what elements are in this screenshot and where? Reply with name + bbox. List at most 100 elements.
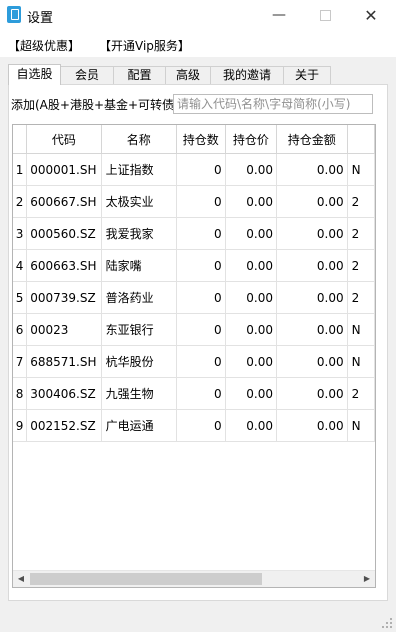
table-row[interactable]: 9 002152.SZ 广电运通 0 0.00 0.00 N [13,409,375,442]
extra-cell[interactable]: N [347,409,375,442]
holding-qty[interactable]: 0 [176,281,226,314]
extra-cell[interactable]: 2 [347,377,375,410]
scrollbar-thumb[interactable] [30,573,262,585]
horizontal-scrollbar[interactable]: ◀ ▶ [13,570,375,587]
stock-code[interactable]: 002152.SZ [26,409,102,442]
table-row[interactable]: 2 600667.SH 太极实业 0 0.00 0.00 2 [13,185,375,218]
tab-member[interactable]: 会员 [60,66,114,84]
holding-amount[interactable]: 0.00 [276,313,348,346]
holding-price[interactable]: 0.00 [225,313,277,346]
stock-code[interactable]: 000560.SZ [26,217,102,250]
column-header-code[interactable]: 代码 [26,125,102,154]
row-index: 3 [13,217,28,250]
stock-name[interactable]: 我爱我家 [101,217,177,250]
scroll-right-arrow-icon[interactable]: ▶ [359,571,375,587]
holding-qty[interactable]: 0 [176,249,226,282]
extra-cell[interactable]: 2 [347,217,375,250]
menu-super-discount[interactable]: 【超级优惠】 [8,37,80,54]
extra-cell[interactable]: 2 [347,249,375,282]
stock-name[interactable]: 陆家嘴 [101,249,177,282]
column-header-amount[interactable]: 持仓金额 [276,125,348,154]
holding-amount[interactable]: 0.00 [276,377,348,410]
holding-price[interactable]: 0.00 [225,281,277,314]
stock-code[interactable]: 600667.SH [26,185,102,218]
app-icon [7,6,21,23]
holding-price[interactable]: 0.00 [225,217,277,250]
tab-watchlist[interactable]: 自选股 [8,64,61,85]
holding-price[interactable]: 0.00 [225,409,277,442]
column-header-index[interactable] [13,125,28,154]
holding-price[interactable]: 0.00 [225,249,277,282]
tab-about[interactable]: 关于 [283,66,331,84]
column-header-name[interactable]: 名称 [101,125,177,154]
row-index: 1 [13,153,28,186]
holding-price[interactable]: 0.00 [225,345,277,378]
table-row[interactable]: 1 000001.SH 上证指数 0 0.00 0.00 N [13,153,375,186]
resize-grip-icon[interactable] [382,618,392,628]
holding-qty[interactable]: 0 [176,409,226,442]
extra-cell[interactable]: 2 [347,185,375,218]
stock-code[interactable]: 600663.SH [26,249,102,282]
stock-name[interactable]: 九强生物 [101,377,177,410]
add-label: 添加(A股+港股+基金+可转债) [11,98,179,112]
holding-amount[interactable]: 0.00 [276,185,348,218]
stock-name[interactable]: 上证指数 [101,153,177,186]
holding-qty[interactable]: 0 [176,377,226,410]
table-row[interactable]: 4 600663.SH 陆家嘴 0 0.00 0.00 2 [13,249,375,282]
stock-name[interactable]: 杭华股份 [101,345,177,378]
stock-name[interactable]: 普洛药业 [101,281,177,314]
maximize-icon [319,9,331,21]
maximize-button[interactable] [302,0,348,31]
stock-grid[interactable]: 代码 名称 持仓数 持仓价 持仓金额 1 000001.SH 上证指数 0 0.… [12,124,376,588]
stock-search-input[interactable] [173,94,373,114]
row-index: 4 [13,249,28,282]
title-bar: 设置 — ✕ [0,0,396,31]
table-row[interactable]: 8 300406.SZ 九强生物 0 0.00 0.00 2 [13,377,375,410]
holding-amount[interactable]: 0.00 [276,249,348,282]
extra-cell[interactable]: 2 [347,281,375,314]
close-button[interactable]: ✕ [348,0,394,31]
menu-open-vip[interactable]: 【开通Vip服务】 [99,37,190,54]
holding-amount[interactable]: 0.00 [276,281,348,314]
holding-qty[interactable]: 0 [176,217,226,250]
holding-price[interactable]: 0.00 [225,377,277,410]
holding-qty[interactable]: 0 [176,313,226,346]
stock-code[interactable]: 00023 [26,313,102,346]
stock-name[interactable]: 太极实业 [101,185,177,218]
stock-name[interactable]: 广电运通 [101,409,177,442]
minimize-button[interactable]: — [256,0,302,31]
column-header-extra[interactable] [347,125,375,154]
holding-price[interactable]: 0.00 [225,185,277,218]
table-row[interactable]: 7 688571.SH 杭华股份 0 0.00 0.00 N [13,345,375,378]
extra-cell[interactable]: N [347,313,375,346]
stock-code[interactable]: 688571.SH [26,345,102,378]
holding-amount[interactable]: 0.00 [276,409,348,442]
extra-cell[interactable]: N [347,345,375,378]
holding-qty[interactable]: 0 [176,185,226,218]
row-index: 2 [13,185,28,218]
tab-config[interactable]: 配置 [113,66,166,84]
stock-code[interactable]: 000001.SH [26,153,102,186]
holding-amount[interactable]: 0.00 [276,345,348,378]
stock-code[interactable]: 000739.SZ [26,281,102,314]
table-row[interactable]: 5 000739.SZ 普洛药业 0 0.00 0.00 2 [13,281,375,314]
stock-name[interactable]: 东亚银行 [101,313,177,346]
stock-table: 代码 名称 持仓数 持仓价 持仓金额 1 000001.SH 上证指数 0 0.… [13,125,375,442]
holding-qty[interactable]: 0 [176,345,226,378]
holding-price[interactable]: 0.00 [225,153,277,186]
extra-cell[interactable]: N [347,153,375,186]
tab-advanced[interactable]: 高级 [165,66,211,84]
column-header-quantity[interactable]: 持仓数 [176,125,226,154]
menu-bar: 【超级优惠】 【开通Vip服务】 [0,31,396,57]
tab-my-invites[interactable]: 我的邀请 [210,66,284,84]
table-row[interactable]: 6 00023 东亚银行 0 0.00 0.00 N [13,313,375,346]
stock-code[interactable]: 300406.SZ [26,377,102,410]
table-row[interactable]: 3 000560.SZ 我爱我家 0 0.00 0.00 2 [13,217,375,250]
scroll-left-arrow-icon[interactable]: ◀ [13,571,29,587]
holding-qty[interactable]: 0 [176,153,226,186]
window-title: 设置 [27,11,54,26]
table-header-row: 代码 名称 持仓数 持仓价 持仓金额 [13,125,375,154]
holding-amount[interactable]: 0.00 [276,217,348,250]
column-header-price[interactable]: 持仓价 [225,125,277,154]
holding-amount[interactable]: 0.00 [276,153,348,186]
